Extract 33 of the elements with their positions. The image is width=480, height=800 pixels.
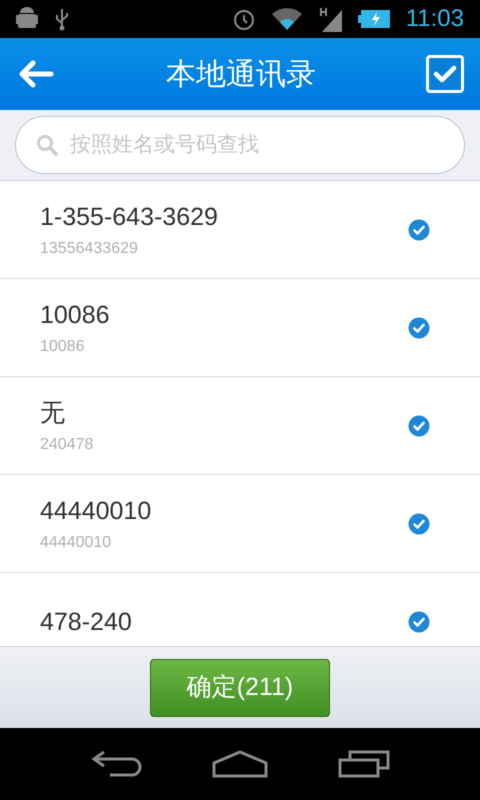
select-all-checkbox[interactable]	[426, 55, 464, 93]
search-icon	[36, 134, 58, 156]
checkmark-icon	[433, 64, 457, 84]
contact-number: 13556433629	[40, 240, 139, 258]
page-title: 本地通讯录	[165, 56, 317, 92]
checkmark-icon[interactable]	[408, 218, 430, 240]
clock-time: 11:03	[406, 4, 464, 34]
checkmark-icon[interactable]	[408, 512, 430, 534]
checkmark-icon[interactable]	[408, 610, 430, 632]
wifi-icon	[272, 8, 302, 30]
contact-name: 10086	[40, 300, 111, 330]
checkmark-icon[interactable]	[408, 414, 430, 436]
contact-number: 10086	[40, 338, 86, 356]
contact-row[interactable]: 10086 10086	[0, 279, 480, 377]
contact-row[interactable]: 无 240478	[0, 377, 480, 475]
contact-name: 无	[40, 398, 66, 428]
back-icon[interactable]	[90, 750, 142, 778]
contact-row[interactable]: 1-355-643-3629 13556433629	[0, 181, 480, 279]
signal-icon	[318, 6, 342, 32]
checkmark-icon[interactable]	[408, 316, 430, 338]
search-field[interactable]: 按照姓名或号码查找	[15, 116, 465, 174]
usb-icon	[54, 7, 70, 31]
contact-number: 240478	[40, 436, 94, 454]
contact-row[interactable]: 44440010 44440010	[0, 475, 480, 573]
contact-name: 1-355-643-3629	[40, 202, 219, 232]
alarm-icon	[232, 7, 256, 31]
recent-apps-icon[interactable]	[338, 750, 390, 778]
battery-icon	[358, 9, 390, 29]
home-icon[interactable]	[212, 750, 268, 778]
contact-name: 478-240	[40, 606, 133, 636]
contact-name: 44440010	[40, 496, 152, 526]
back-arrow-icon	[18, 60, 54, 88]
contact-number: 44440010	[40, 534, 112, 552]
